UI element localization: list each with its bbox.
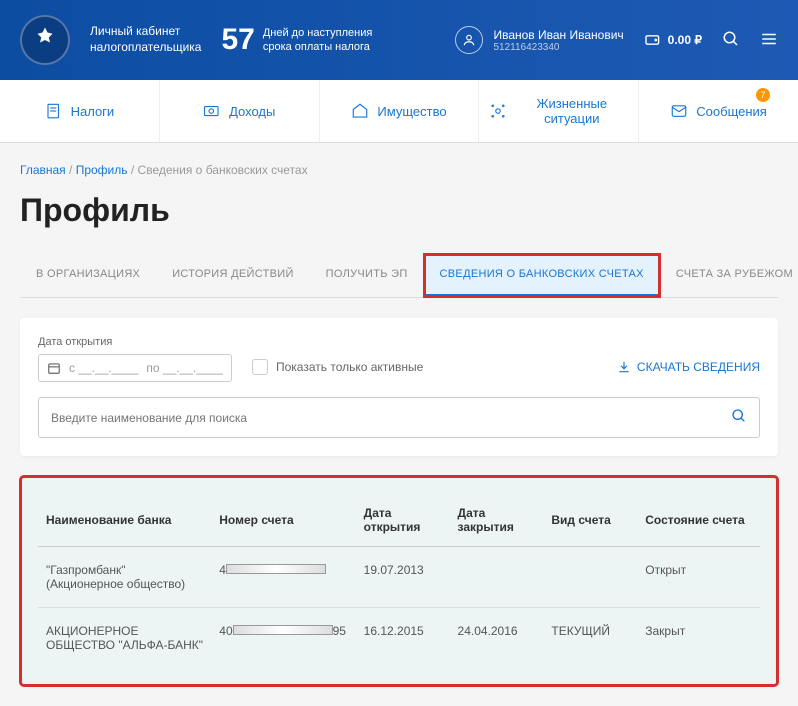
tab-history[interactable]: ИСТОРИЯ ДЕЙСТВИЙ — [156, 254, 309, 297]
tab-bank-accounts[interactable]: СВЕДЕНИЯ О БАНКОВСКИХ СЧЕТАХ — [424, 254, 660, 297]
th-opened[interactable]: Дата открытия — [356, 494, 450, 547]
search-input[interactable] — [51, 411, 731, 425]
search-icon[interactable] — [731, 408, 747, 427]
tab-foreign[interactable]: СЧЕТА ЗА РУБЕЖОМ — [660, 254, 798, 297]
table-row[interactable]: "Газпромбанк" (Акционерное общество) 4 1… — [38, 547, 760, 608]
date-range-input[interactable]: с __.__.____ по __.__.____ — [38, 354, 232, 382]
emblem-logo — [20, 15, 70, 65]
cell-status: Открыт — [637, 547, 760, 608]
messages-icon — [670, 102, 688, 120]
income-icon — [203, 102, 221, 120]
th-account[interactable]: Номер счета — [211, 494, 355, 547]
taxes-icon — [45, 102, 63, 120]
filters-panel: Дата открытия с __.__.____ по __.__.____… — [20, 318, 778, 456]
cell-bank: "Газпромбанк" (Акционерное общество) — [38, 547, 211, 608]
tab-signature[interactable]: ПОЛУЧИТЬ ЭП — [310, 254, 424, 297]
cell-opened: 16.12.2015 — [356, 608, 450, 669]
nav-taxes[interactable]: Налоги — [0, 80, 160, 142]
accounts-table: Наименование банка Номер счета Дата откр… — [38, 494, 760, 668]
main-nav: Налоги Доходы Имущество Жизненные ситуац… — [0, 80, 798, 143]
cell-type: ТЕКУЩИЙ — [543, 608, 637, 669]
accounts-table-wrap: Наименование банка Номер счета Дата откр… — [20, 476, 778, 686]
calendar-icon — [47, 361, 61, 375]
brand-text: Личный кабинет налогоплательщика — [90, 24, 201, 55]
wallet-balance[interactable]: 0.00 ₽ — [644, 33, 702, 47]
nav-messages[interactable]: Сообщения 7 — [639, 80, 798, 142]
breadcrumb-current: Сведения о банковских счетах — [138, 163, 308, 177]
messages-badge: 7 — [756, 88, 770, 102]
property-icon — [351, 102, 369, 120]
user-id: 512116423340 — [493, 42, 623, 53]
search-icon[interactable] — [722, 30, 740, 51]
cell-bank: АКЦИОНЕРНОЕ ОБЩЕСТВО "АЛЬФА-БАНК" — [38, 608, 211, 669]
download-button[interactable]: СКАЧАТЬ СВЕДЕНИЯ — [617, 360, 760, 374]
nav-income[interactable]: Доходы — [160, 80, 320, 142]
user-icon — [455, 26, 483, 54]
th-closed[interactable]: Дата закрытия — [450, 494, 544, 547]
th-bank[interactable]: Наименование банка — [38, 494, 211, 547]
active-only-checkbox[interactable]: Показать только активные — [252, 359, 423, 375]
cell-type — [543, 547, 637, 608]
header: Личный кабинет налогоплательщика 57 Дней… — [0, 0, 798, 80]
nav-situations[interactable]: Жизненные ситуации — [479, 80, 639, 142]
th-status[interactable]: Состояние счета — [637, 494, 760, 547]
breadcrumb-profile[interactable]: Профиль — [76, 163, 128, 177]
cell-account: 4095 — [211, 608, 355, 669]
breadcrumb: Главная / Профиль / Сведения о банковски… — [20, 163, 778, 177]
days-counter: 57 Дней до наступления срока оплаты нало… — [221, 23, 372, 57]
search-box[interactable] — [38, 397, 760, 438]
content: Главная / Профиль / Сведения о банковски… — [0, 143, 798, 706]
menu-icon[interactable] — [760, 30, 778, 51]
tab-organizations[interactable]: В ОРГАНИЗАЦИЯХ — [20, 254, 156, 297]
date-filter: Дата открытия с __.__.____ по __.__.____ — [38, 336, 232, 382]
cell-status: Закрыт — [637, 608, 760, 669]
th-type[interactable]: Вид счета — [543, 494, 637, 547]
cell-closed: 24.04.2016 — [450, 608, 544, 669]
breadcrumb-home[interactable]: Главная — [20, 163, 66, 177]
situations-icon — [489, 102, 507, 120]
user-block[interactable]: Иванов Иван Иванович 512116423340 — [455, 26, 623, 54]
tabs: В ОРГАНИЗАЦИЯХ ИСТОРИЯ ДЕЙСТВИЙ ПОЛУЧИТЬ… — [20, 254, 798, 297]
user-name: Иванов Иван Иванович — [493, 28, 623, 42]
nav-property[interactable]: Имущество — [320, 80, 480, 142]
table-row[interactable]: АКЦИОНЕРНОЕ ОБЩЕСТВО "АЛЬФА-БАНК" 4095 1… — [38, 608, 760, 669]
cell-account: 4 — [211, 547, 355, 608]
tabs-wrap: В ОРГАНИЗАЦИЯХ ИСТОРИЯ ДЕЙСТВИЙ ПОЛУЧИТЬ… — [20, 254, 778, 298]
page-title: Профиль — [20, 192, 778, 229]
download-icon — [617, 360, 631, 374]
cell-closed — [450, 547, 544, 608]
cell-opened: 19.07.2013 — [356, 547, 450, 608]
